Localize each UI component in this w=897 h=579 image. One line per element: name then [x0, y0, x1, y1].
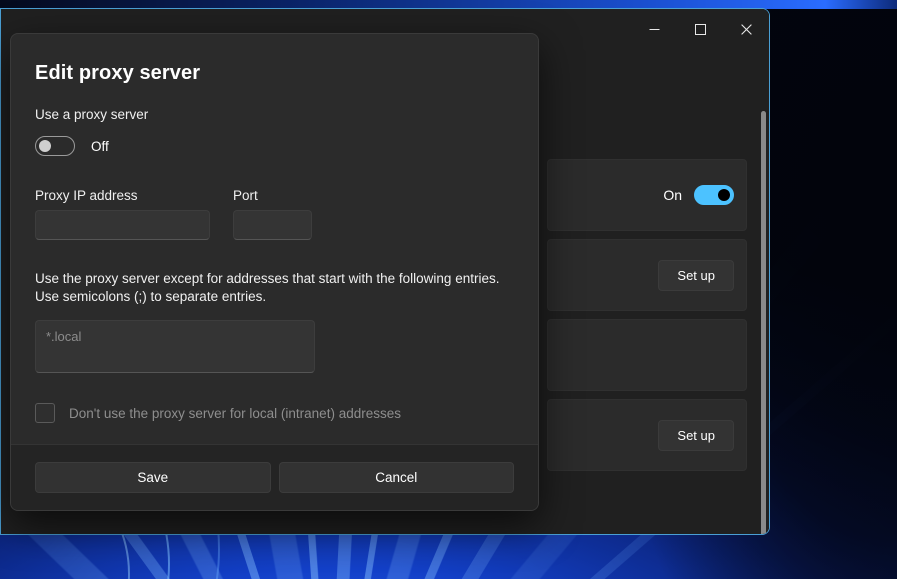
- toggle-knob: [39, 140, 51, 152]
- port-field-group: Port: [233, 188, 312, 240]
- toggle-knob: [718, 189, 730, 201]
- set-up-button-2[interactable]: Set up: [658, 419, 734, 451]
- screen: On Set up Set up Edit proxy server Use a…: [0, 0, 897, 579]
- vertical-scrollbar[interactable]: [761, 111, 766, 534]
- port-label: Port: [233, 188, 258, 203]
- use-proxy-toggle-row[interactable]: Off: [35, 136, 514, 156]
- proxy-toggle-state-label: On: [663, 187, 682, 203]
- proxy-toggle-switch[interactable]: [694, 185, 734, 205]
- exceptions-description: Use the proxy server except for addresse…: [35, 270, 514, 306]
- local-addresses-checkbox[interactable]: [35, 403, 55, 423]
- port-input[interactable]: [233, 210, 312, 240]
- dialog-footer: Save Cancel: [11, 444, 538, 510]
- settings-card-setup-2[interactable]: Set up: [547, 399, 747, 471]
- settings-card-toggle[interactable]: On: [547, 159, 747, 231]
- exceptions-description-line-1: Use the proxy server except for addresse…: [35, 271, 500, 286]
- proxy-ip-label: Proxy IP address: [35, 188, 138, 203]
- maximize-icon: [694, 23, 706, 35]
- use-proxy-toggle-switch[interactable]: [35, 136, 75, 156]
- set-up-button-1[interactable]: Set up: [658, 259, 734, 291]
- close-icon: [740, 23, 752, 35]
- maximize-button[interactable]: [677, 9, 723, 49]
- save-button[interactable]: Save: [35, 462, 271, 493]
- use-proxy-toggle-state-label: Off: [91, 138, 109, 154]
- use-proxy-label: Use a proxy server: [35, 107, 149, 122]
- local-addresses-checkbox-row[interactable]: Don't use the proxy server for local (in…: [35, 403, 514, 423]
- local-addresses-checkbox-label: Don't use the proxy server for local (in…: [69, 405, 401, 421]
- settings-card-empty[interactable]: [547, 319, 747, 391]
- proxy-ip-input[interactable]: [35, 210, 210, 240]
- settings-card-setup-1[interactable]: Set up: [547, 239, 747, 311]
- minimize-icon: [649, 24, 660, 35]
- exceptions-description-line-2: Use semicolons (;) to separate entries.: [35, 289, 267, 304]
- proxy-address-field-row: Proxy IP address Port: [35, 188, 514, 240]
- dialog-title: Edit proxy server: [35, 62, 201, 84]
- settings-card-list: On Set up Set up: [547, 159, 747, 479]
- dialog-body: Edit proxy server Use a proxy server Off…: [11, 34, 538, 444]
- proxy-ip-field-group: Proxy IP address: [35, 188, 210, 240]
- cancel-button[interactable]: Cancel: [278, 462, 514, 493]
- minimize-button[interactable]: [631, 9, 677, 49]
- proxy-toggle-row[interactable]: On: [663, 185, 734, 205]
- edit-proxy-server-dialog: Edit proxy server Use a proxy server Off…: [10, 33, 539, 511]
- exceptions-textarea[interactable]: [35, 320, 315, 373]
- close-button[interactable]: [723, 9, 769, 49]
